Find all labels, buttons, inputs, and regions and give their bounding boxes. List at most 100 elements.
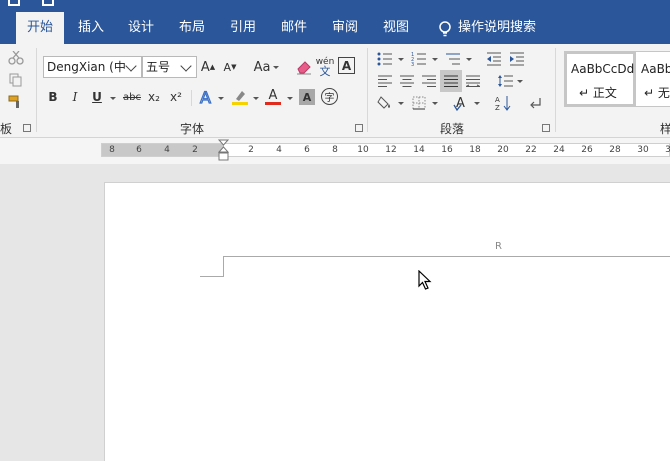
font-size-value: 五号 xyxy=(146,60,171,74)
svg-text:Z: Z xyxy=(495,104,500,111)
cut-icon[interactable] xyxy=(6,50,26,66)
tab-design[interactable]: 设计 xyxy=(120,12,162,44)
mouse-cursor-icon xyxy=(418,269,432,294)
group-divider xyxy=(367,48,368,132)
chevron-down-icon xyxy=(218,97,224,100)
align-left-icon[interactable] xyxy=(376,72,394,90)
justify-icon[interactable] xyxy=(440,70,462,92)
header-line xyxy=(223,256,670,257)
ruler-tick-label: 6 xyxy=(136,145,142,155)
character-border-button[interactable]: A xyxy=(338,57,355,74)
ruler-tick-label: 20 xyxy=(497,145,509,155)
show-marks-icon[interactable] xyxy=(527,94,545,112)
text-effects-icon[interactable]: A xyxy=(198,87,216,107)
paragraph-group-label: 段落 xyxy=(440,122,465,136)
chevron-down-icon xyxy=(517,80,523,83)
tab-layout[interactable]: 布局 xyxy=(171,12,213,44)
ruler-tick-label: 22 xyxy=(525,145,537,155)
chevron-down-icon xyxy=(466,58,472,61)
paragraph-launcher[interactable] xyxy=(542,124,550,132)
superscript-button[interactable]: x² xyxy=(168,88,184,106)
shrink-font-button[interactable]: A ▼ xyxy=(222,56,238,78)
decrease-indent-icon[interactable] xyxy=(485,50,503,68)
bullets-icon[interactable] xyxy=(376,50,394,68)
tab-review[interactable]: 审阅 xyxy=(324,12,366,44)
clipboard-launcher[interactable] xyxy=(23,124,31,132)
shading-icon[interactable] xyxy=(376,94,394,112)
group-divider xyxy=(555,48,556,132)
highlighter-icon[interactable] xyxy=(230,87,250,107)
save-icon[interactable] xyxy=(42,0,54,6)
align-right-icon[interactable] xyxy=(420,72,438,90)
lightbulb-icon[interactable] xyxy=(437,20,453,38)
tell-me-search[interactable]: 操作说明搜索 xyxy=(458,12,548,44)
ruler-tick-label: 14 xyxy=(413,145,425,155)
ruler-tick-label: 26 xyxy=(581,145,593,155)
subscript-button[interactable]: x₂ xyxy=(146,88,162,106)
sort-icon[interactable]: AZ xyxy=(494,94,514,112)
style-name-text: ↵ 无 xyxy=(644,86,670,100)
document-page[interactable]: R xyxy=(104,182,670,461)
clipboard-group-label: 板 xyxy=(0,122,13,136)
indent-marker-icon[interactable] xyxy=(217,139,230,167)
clear-formatting-icon[interactable] xyxy=(294,56,314,78)
tab-view[interactable]: 视图 xyxy=(375,12,417,44)
bold-button[interactable]: B xyxy=(45,88,61,106)
grow-font-button[interactable]: A ▲ xyxy=(200,56,216,78)
font-name-combo[interactable]: DengXian (中 xyxy=(43,56,142,78)
font-name-value: DengXian (中 xyxy=(47,60,126,74)
ruler-tick-label: 2 xyxy=(192,145,198,155)
style-name-text: ↵ 正文 xyxy=(579,86,617,100)
align-center-icon[interactable] xyxy=(398,72,416,90)
increase-indent-icon[interactable] xyxy=(508,50,526,68)
chevron-down-icon xyxy=(110,97,116,100)
font-color-button[interactable]: A xyxy=(264,87,282,107)
format-painter-icon[interactable] xyxy=(6,94,26,110)
underline-button[interactable]: U xyxy=(89,88,105,106)
svg-text:A: A xyxy=(495,96,500,104)
ruler-tick-label: 6 xyxy=(304,145,310,155)
tab-insert[interactable]: 插入 xyxy=(70,12,112,44)
character-shading-button[interactable]: A xyxy=(299,89,315,105)
copy-icon[interactable] xyxy=(6,72,26,88)
phonetic-guide-button[interactable]: wén 文 xyxy=(315,54,335,80)
ruler-tick-label: 28 xyxy=(609,145,621,155)
multilevel-list-icon[interactable] xyxy=(444,50,462,68)
horizontal-ruler[interactable]: 8 6 4 2 2 4 6 8 10 12 14 16 18 20 22 24 26 28 30 3 xyxy=(101,143,670,157)
margin-corner-marker xyxy=(200,276,224,277)
ruler-tick-label: 24 xyxy=(553,145,565,155)
title-bar xyxy=(0,0,670,12)
enclose-characters-button[interactable]: 字 xyxy=(321,88,338,105)
chevron-down-icon xyxy=(398,58,404,61)
ruler-tick-label: 4 xyxy=(164,145,170,155)
ruler-tick-label: 3 xyxy=(665,145,670,155)
style-no-spacing[interactable]: AaBbC ↵ 无 xyxy=(636,51,670,107)
style-preview-text: AaBbC xyxy=(641,62,670,76)
chinese-layout-icon[interactable]: A xyxy=(452,93,472,113)
ruler-tick-label: 30 xyxy=(637,145,649,155)
font-launcher[interactable] xyxy=(355,124,363,132)
change-case-button[interactable]: Aa xyxy=(251,56,273,78)
numbering-icon[interactable]: 123 xyxy=(410,50,428,68)
chevron-down-icon xyxy=(180,60,192,72)
chevron-down-icon xyxy=(253,97,259,100)
phonetic-bottom-text: 文 xyxy=(319,65,331,78)
borders-icon[interactable] xyxy=(410,94,428,112)
distributed-icon[interactable] xyxy=(464,72,482,90)
font-size-combo[interactable]: 五号 xyxy=(142,56,197,78)
chevron-down-icon xyxy=(474,102,480,105)
italic-button[interactable]: I xyxy=(67,88,83,106)
tab-references[interactable]: 引用 xyxy=(222,12,264,44)
strikethrough-button[interactable]: abc xyxy=(121,88,143,106)
chevron-down-icon xyxy=(287,97,293,100)
back-icon[interactable] xyxy=(8,0,20,6)
chevron-down-icon xyxy=(125,60,137,72)
line-spacing-icon[interactable] xyxy=(496,72,514,90)
chevron-down-icon xyxy=(432,58,438,61)
tab-home[interactable]: 开始 xyxy=(16,12,64,44)
margin-corner-marker xyxy=(223,256,224,276)
chevron-down-icon xyxy=(398,102,404,105)
group-divider xyxy=(36,48,37,132)
tab-mailings[interactable]: 邮件 xyxy=(273,12,315,44)
style-normal[interactable]: AaBbCcDd ↵ 正文 xyxy=(564,51,636,107)
